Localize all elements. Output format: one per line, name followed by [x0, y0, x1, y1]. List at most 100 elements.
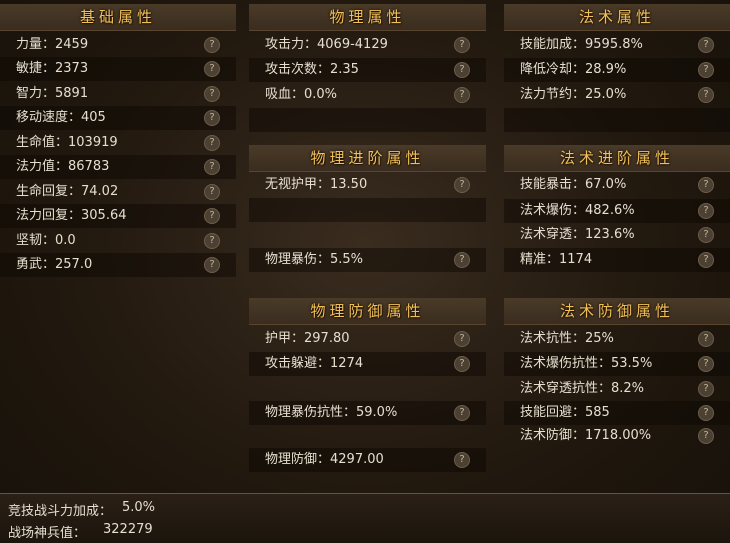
stat-label: 法术爆伤抗性：53.5%	[520, 356, 653, 371]
magic-defense-title: 法术防御属性	[504, 298, 730, 325]
help-icon[interactable]: ?	[698, 356, 714, 372]
stat-row: 法术穿透：123.6%?	[504, 223, 730, 247]
artifact-value: 322279	[103, 522, 153, 537]
stat-row: 法术穿透抗性：8.2%?	[504, 377, 730, 401]
stat-row: 敏捷：2373?	[0, 57, 236, 81]
stat-label: 攻击次数：2.35	[265, 62, 359, 77]
help-icon[interactable]: ?	[204, 86, 220, 102]
physical-advanced-title: 物理进阶属性	[249, 145, 486, 172]
stat-label: 技能加成：9595.8%	[520, 37, 643, 52]
help-icon[interactable]: ?	[204, 257, 220, 273]
stat-label: 护甲：297.80	[265, 331, 350, 346]
stat-row: 坚韧：0.0?	[0, 229, 236, 253]
stat-row: 智力：5891?	[0, 82, 236, 106]
stat-label: 吸血：0.0%	[265, 87, 338, 102]
physical-advanced-panel: 物理进阶属性 无视护甲：13.50? 物理暴伤：5.5%?	[249, 145, 486, 275]
help-icon[interactable]: ?	[698, 252, 714, 268]
stat-label: 技能暴击：67.0%	[520, 177, 627, 192]
physical-attributes-panel: 物理属性 攻击力：4069-4129? 攻击次数：2.35? 吸血：0.0%?	[249, 4, 486, 132]
stat-label: 坚韧：0.0	[16, 233, 76, 248]
stat-row: 物理防御：4297.00?	[249, 448, 486, 472]
help-icon[interactable]: ?	[698, 62, 714, 78]
stat-label: 物理防御：4297.00	[265, 452, 384, 467]
stat-row: 勇武：257.0?	[0, 253, 236, 277]
stat-row: 物理暴伤：5.5%?	[249, 248, 486, 272]
stat-row: 法术防御：1718.00%?	[504, 424, 730, 448]
stat-row: 法术爆伤：482.6%?	[504, 199, 730, 223]
help-icon[interactable]: ?	[454, 356, 470, 372]
help-icon[interactable]: ?	[698, 87, 714, 103]
stat-row: 法力节约：25.0%?	[504, 83, 730, 107]
stat-row: 精准：1174?	[504, 248, 730, 272]
empty-row	[249, 198, 486, 222]
stat-row: 攻击力：4069-4129?	[249, 33, 486, 57]
stat-label: 智力：5891	[16, 86, 89, 101]
stat-label: 物理暴伤抗性：59.0%	[265, 405, 398, 420]
help-icon[interactable]: ?	[698, 203, 714, 219]
stat-label: 法术穿透抗性：8.2%	[520, 381, 645, 396]
stat-row: 无视护甲：13.50?	[249, 173, 486, 197]
empty-row	[504, 108, 730, 132]
help-icon[interactable]: ?	[454, 252, 470, 268]
stat-row: 法术抗性：25%?	[504, 327, 730, 351]
stat-row: 力量：2459?	[0, 33, 236, 57]
stat-label: 法术爆伤：482.6%	[520, 203, 635, 218]
help-icon[interactable]: ?	[698, 331, 714, 347]
physical-attributes-title: 物理属性	[249, 4, 486, 31]
arena-bonus-value: 5.0%	[122, 500, 156, 515]
arena-bonus-label: 竞技战斗力加成：	[8, 504, 113, 519]
help-icon[interactable]: ?	[454, 62, 470, 78]
help-icon[interactable]: ?	[204, 208, 220, 224]
help-icon[interactable]: ?	[454, 87, 470, 103]
stat-row: 物理暴伤抗性：59.0%?	[249, 401, 486, 425]
stat-label: 无视护甲：13.50	[265, 177, 368, 192]
help-icon[interactable]: ?	[454, 37, 470, 53]
help-icon[interactable]: ?	[698, 227, 714, 243]
stat-label: 生命值：103919	[16, 135, 118, 150]
help-icon[interactable]: ?	[698, 37, 714, 53]
stat-row: 攻击躲避：1274?	[249, 352, 486, 376]
stat-label: 物理暴伤：5.5%	[265, 252, 364, 267]
help-icon[interactable]: ?	[698, 381, 714, 397]
stat-label: 法术穿透：123.6%	[520, 227, 635, 242]
stat-label: 法术防御：1718.00%	[520, 428, 652, 443]
help-icon[interactable]: ?	[204, 110, 220, 126]
help-icon[interactable]: ?	[204, 184, 220, 200]
stat-label: 法力值：86783	[16, 159, 110, 174]
stat-row: 法力值：86783?	[0, 155, 236, 179]
basic-attributes-panel: 基础属性 力量：2459? 敏捷：2373? 智力：5891? 移动速度：405…	[0, 4, 236, 284]
stat-label: 法力节约：25.0%	[520, 87, 627, 102]
stat-label: 法术抗性：25%	[520, 331, 614, 346]
stat-label: 法力回复：305.64	[16, 208, 127, 223]
help-icon[interactable]: ?	[454, 452, 470, 468]
stat-row: 法力回复：305.64?	[0, 204, 236, 228]
stat-label: 攻击躲避：1274	[265, 356, 364, 371]
basic-attributes-title: 基础属性	[0, 4, 236, 31]
stat-row: 技能回避：585?	[504, 401, 730, 425]
help-icon[interactable]: ?	[204, 233, 220, 249]
help-icon[interactable]: ?	[204, 61, 220, 77]
stat-row: 法术爆伤抗性：53.5%?	[504, 352, 730, 376]
help-icon[interactable]: ?	[204, 159, 220, 175]
stat-label: 精准：1174	[520, 252, 593, 267]
artifact-value-label: 战场神兵值：	[8, 526, 87, 541]
stat-label: 勇武：257.0	[16, 257, 93, 272]
help-icon[interactable]: ?	[454, 177, 470, 193]
stat-label: 力量：2459	[16, 37, 89, 52]
stat-row: 吸血：0.0%?	[249, 83, 486, 107]
magic-defense-panel: 法术防御属性 法术抗性：25%? 法术爆伤抗性：53.5%? 法术穿透抗性：8.…	[504, 298, 730, 450]
physical-defense-title: 物理防御属性	[249, 298, 486, 325]
help-icon[interactable]: ?	[698, 177, 714, 193]
help-icon[interactable]: ?	[698, 428, 714, 444]
stat-row: 技能暴击：67.0%?	[504, 173, 730, 197]
help-icon[interactable]: ?	[454, 331, 470, 347]
help-icon[interactable]: ?	[454, 405, 470, 421]
help-icon[interactable]: ?	[204, 135, 220, 151]
stat-label: 攻击力：4069-4129	[265, 37, 388, 52]
physical-defense-panel: 物理防御属性 护甲：297.80? 攻击躲避：1274? 物理暴伤抗性：59.0…	[249, 298, 486, 474]
help-icon[interactable]: ?	[698, 405, 714, 421]
magic-attributes-title: 法术属性	[504, 4, 730, 31]
stat-row: 攻击次数：2.35?	[249, 58, 486, 82]
help-icon[interactable]: ?	[204, 37, 220, 53]
empty-row	[249, 108, 486, 132]
